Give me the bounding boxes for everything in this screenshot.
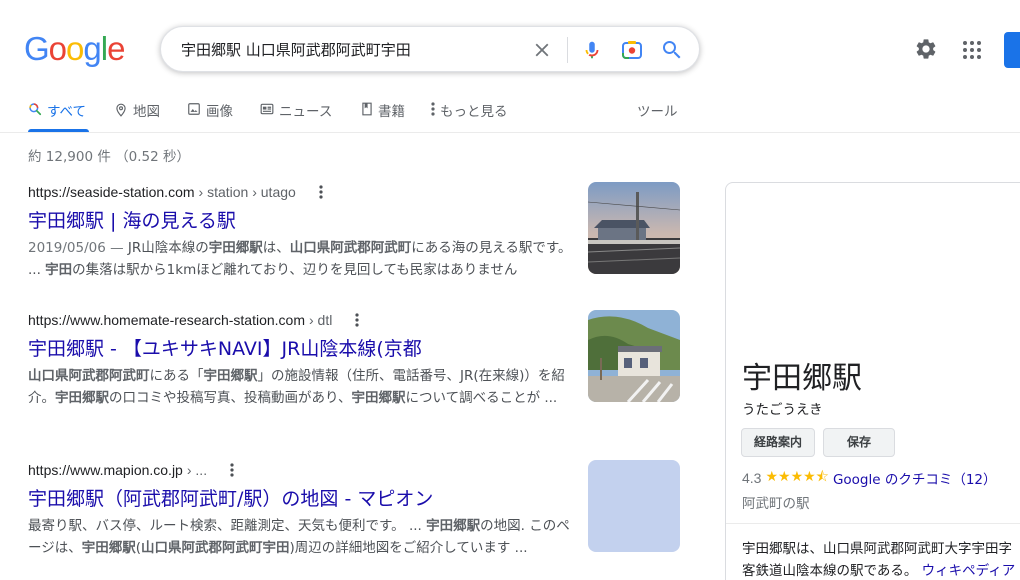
result-url[interactable]: https://www.mapion.co.jp › ... [28, 460, 680, 480]
search-icon[interactable] [660, 38, 684, 62]
tab-all[interactable]: すべて [28, 100, 89, 132]
result-thumbnail[interactable] [588, 310, 680, 402]
result-title-link[interactable]: 宇田郷駅 | 海の見える駅 [28, 207, 680, 235]
directions-button[interactable]: 経路案内 [741, 428, 816, 457]
search-result: https://seaside-station.com › station › … [28, 182, 680, 281]
search-icon [29, 103, 42, 116]
close-icon[interactable] [531, 39, 553, 61]
kp-description: 宇田郷駅は、山口県阿武郡阿武町大字宇田字 客鉄道山陰本線の駅である。 ウィキペデ… [742, 538, 1020, 580]
tab-images[interactable]: 画像 [187, 100, 233, 132]
station-photo-image [588, 182, 680, 274]
result-domain: https://seaside-station.com [28, 184, 195, 200]
camera-lens-icon[interactable] [620, 38, 644, 62]
search-box [160, 26, 700, 72]
logo-letter: e [107, 30, 125, 67]
result-title-link[interactable]: 宇田郷駅（阿武郡阿武町/駅）の地図 - マピオン [28, 485, 680, 513]
tab-label: すべて [47, 104, 87, 120]
tab-label: 画像 [206, 104, 233, 120]
result-snippet: 2019/05/06 — JR山陰本線の宇田郷駅は、山口県阿武郡阿武町にある海の… [28, 240, 572, 278]
tools-button[interactable]: ツール [637, 100, 678, 120]
result-domain: https://www.mapion.co.jp [28, 462, 183, 478]
kp-title: 宇田郷駅 [742, 361, 862, 396]
kp-description-line: 宇田郷駅は、山口県阿武郡阿武町大字宇田字 [742, 541, 1012, 557]
tab-label: ニュース [279, 104, 333, 120]
microphone-icon[interactable] [581, 38, 603, 62]
image-icon [188, 103, 200, 115]
rating-stars-icon: ★★★★⯪ [765, 468, 829, 484]
book-icon [362, 102, 372, 116]
save-button[interactable]: 保存 [823, 428, 895, 457]
search-divider [567, 37, 568, 63]
result-domain: https://www.homemate-research-station.co… [28, 312, 305, 328]
result-path: › dtl [309, 312, 333, 328]
more-options-icon[interactable] [225, 460, 239, 480]
more-options-icon[interactable] [350, 310, 364, 330]
result-thumbnail-placeholder[interactable] [588, 460, 680, 552]
tab-label: もっと見る [440, 104, 508, 120]
kp-rating: 4.3 ★★★★⯪ Google のクチコミ（12） [742, 466, 997, 490]
news-icon [260, 103, 274, 115]
search-input[interactable] [181, 27, 521, 71]
tab-books[interactable]: 書籍 [361, 100, 405, 132]
knowledge-panel: 宇田郷駅 うたごうえき 経路案内 保存 4.3 ★★★★⯪ Google のクチ… [725, 182, 1020, 580]
result-stats: 約 12,900 件 （0.52 秒） [28, 149, 190, 165]
search-result: https://www.mapion.co.jp › ... 宇田郷駅（阿武郡阿… [28, 460, 680, 559]
logo-letter: o [66, 30, 84, 67]
logo-letter: G [24, 30, 50, 67]
result-title-link[interactable]: 宇田郷駅 - 【ユキサキNAVI】JR山陰本線(京都 [28, 335, 680, 363]
wikipedia-link[interactable]: ウィキペディア [922, 563, 1016, 579]
more-options-icon[interactable] [314, 182, 328, 202]
tabs-divider [0, 132, 1020, 133]
search-result: https://www.homemate-research-station.co… [28, 310, 680, 409]
tab-news[interactable]: ニュース [260, 100, 332, 132]
tab-label: 書籍 [378, 104, 405, 120]
logo-letter: g [83, 30, 101, 67]
result-path: › station › utago [198, 184, 296, 200]
kp-description-line: 客鉄道山陰本線の駅である。 ウィキペディア [742, 560, 1020, 580]
apps-grid-icon[interactable] [962, 40, 982, 60]
tab-more[interactable]: もっと見る [431, 100, 508, 132]
more-vert-icon [431, 102, 435, 116]
logo-letter: o [48, 30, 67, 67]
result-snippet: 山口県阿武郡阿武町にある「宇田郷駅」の施設情報（住所、電話番号、JR(在来線)）… [28, 368, 565, 406]
kp-divider [726, 523, 1020, 524]
tab-label: 地図 [133, 104, 160, 120]
map-pin-icon [116, 103, 126, 117]
result-url[interactable]: https://www.homemate-research-station.co… [28, 310, 680, 330]
result-thumbnail[interactable] [588, 182, 680, 274]
kp-place-type: 阿武町の駅 [742, 496, 810, 512]
result-url[interactable]: https://seaside-station.com › station › … [28, 182, 680, 202]
result-snippet: 最寄り駅、バス停、ルート検索、距離測定、天気も便利です。 ... 宇田郷駅の地図… [28, 518, 570, 556]
reviews-link[interactable]: Google のクチコミ（12） [833, 468, 997, 488]
settings-gear-icon[interactable] [914, 37, 938, 61]
kp-reading: うたごうえき [742, 402, 823, 418]
sign-in-button[interactable] [1004, 32, 1020, 68]
station-photo-image [588, 310, 680, 402]
result-path: › ... [186, 462, 208, 478]
rating-value: 4.3 [742, 470, 762, 486]
google-logo[interactable]: Google [24, 30, 125, 67]
kp-description-text: 客鉄道山陰本線の駅である。 [742, 563, 918, 579]
tab-maps[interactable]: 地図 [114, 100, 160, 132]
